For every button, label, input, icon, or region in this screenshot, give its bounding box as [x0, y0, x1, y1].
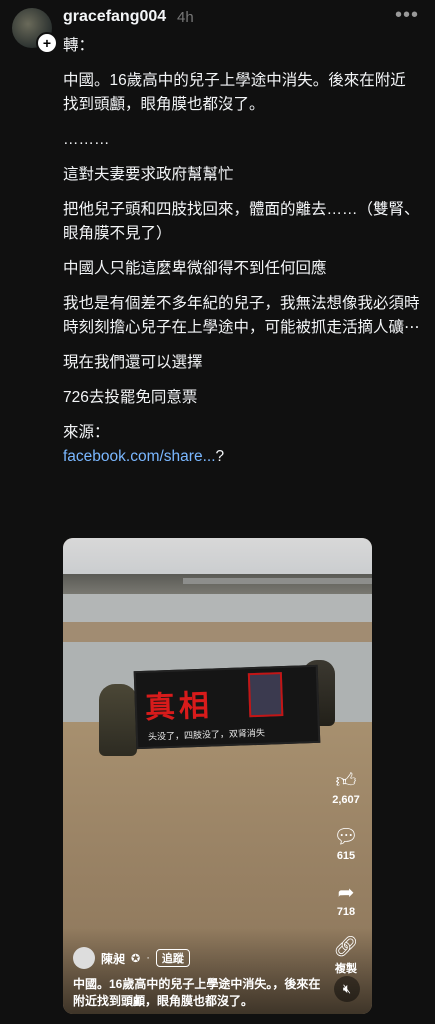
link-icon: 🔗︎	[333, 936, 359, 958]
video-bridge	[183, 578, 372, 584]
post-paragraph: ………	[63, 131, 110, 148]
verified-icon: ✪	[131, 952, 141, 965]
post-paragraph: 把他兒子頭和四肢找回來，體面的離去……（雙腎、眼角膜不見了）	[63, 201, 420, 242]
like-button[interactable]: 👍︎ 2,607	[326, 770, 366, 806]
video-author-avatar[interactable]	[73, 947, 95, 969]
comment-count: 615	[336, 850, 356, 862]
post-paragraph: 中國人只能這麼卑微卻得不到任何回應	[63, 260, 327, 277]
video-sandbank	[63, 622, 372, 642]
post-paragraph: 中國。16歲高中的兒子上學途中消失。後來在附近找到頭顱，眼角膜也都沒了。	[63, 72, 406, 113]
kneeling-person-left	[99, 684, 137, 756]
comment-icon: 💬︎	[333, 826, 359, 848]
comment-button[interactable]: 💬︎ 615	[326, 826, 366, 862]
dot-separator: ·	[146, 952, 150, 964]
protest-banner: 真相 头没了，四肢没了，双肾消失	[133, 664, 321, 750]
banner-photo	[247, 672, 284, 718]
source-link-row: facebook.com/share...?	[63, 445, 421, 469]
share-count: 718	[336, 906, 356, 918]
post-paragraph: 來源：	[63, 424, 110, 441]
more-dots-icon[interactable]: •••	[395, 4, 419, 27]
follow-button[interactable]: 追蹤	[155, 949, 190, 967]
post-time: 4h	[177, 9, 194, 26]
video-river	[63, 594, 372, 624]
post-paragraph: 轉：	[63, 37, 95, 54]
mute-icon[interactable]: 🔇︎	[334, 976, 360, 1002]
post-paragraph: 726去投罷免同意票	[63, 389, 198, 406]
follow-plus-icon[interactable]: +	[36, 32, 58, 54]
video-player[interactable]: 真相 头没了，四肢没了，双肾消失 👍︎ 2,607 💬︎ 615 ➦ 718 🔗…	[63, 538, 372, 1014]
link-suffix: ?	[215, 448, 225, 465]
like-count: 2,607	[332, 794, 360, 806]
video-caption: 中國。16歲高中的兒子上學途中消失。，後來在附近找到頭顱，眼角膜也都沒了。	[73, 977, 321, 1008]
thumbs-up-icon: 👍︎	[335, 770, 357, 792]
copy-label: 複製	[335, 963, 357, 975]
share-icon: ➦	[337, 882, 355, 904]
banner-title: 真相	[144, 688, 214, 726]
copy-link-button[interactable]: 🔗︎ 複製	[326, 936, 366, 976]
post-paragraph: 我也是有個差不多年紀的兒子，我無法想像我必須時時刻刻擔心兒子在上學途中，可能被抓…	[63, 295, 420, 336]
post-body: 轉： 中國。16歲高中的兒子上學途中消失。後來在附近找到頭顱，眼角膜也都沒了。 …	[63, 34, 421, 469]
username[interactable]: gracefang004	[63, 8, 166, 26]
post-paragraph: 這對夫妻要求政府幫幫忙	[63, 166, 234, 183]
post-paragraph: 現在我們還可以選擇	[63, 354, 203, 371]
share-button[interactable]: ➦ 718	[326, 882, 366, 918]
video-author-row: 陳昶 ✪ · 追蹤	[73, 947, 190, 969]
source-link[interactable]: facebook.com/share...	[63, 448, 216, 465]
video-author-name[interactable]: 陳昶	[101, 950, 125, 967]
banner-subtitle: 头没了，四肢没了，双肾消失	[147, 727, 266, 742]
